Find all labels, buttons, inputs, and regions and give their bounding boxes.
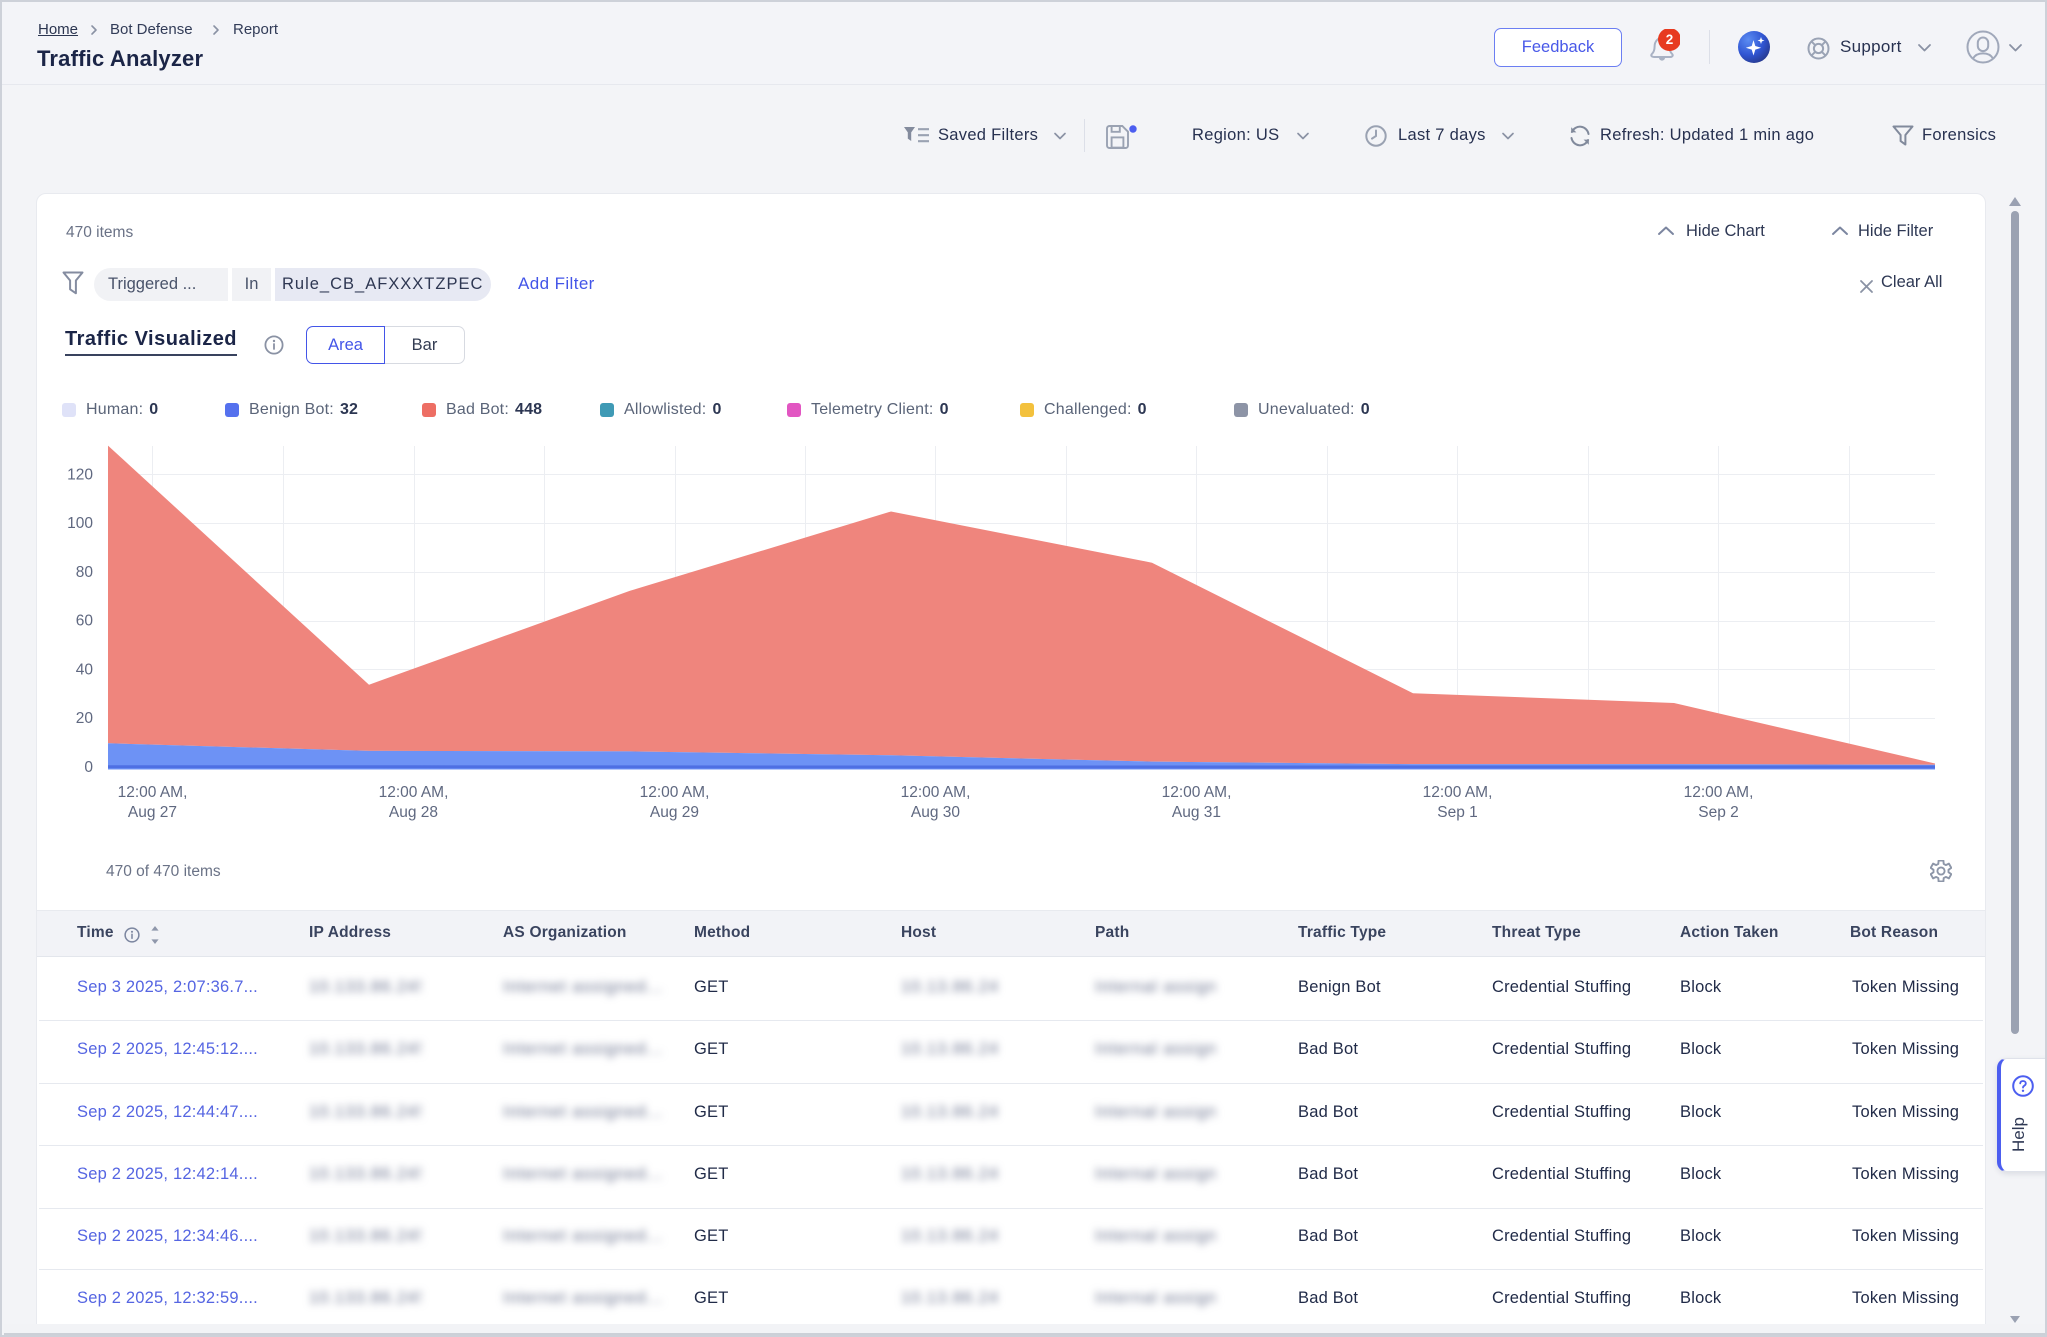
svg-text:12:00 AM,: 12:00 AM, <box>118 784 188 801</box>
svg-text:120: 120 <box>67 466 93 483</box>
svg-text:12:00 AM,: 12:00 AM, <box>901 784 971 801</box>
svg-text:12:00 AM,: 12:00 AM, <box>1423 784 1493 801</box>
svg-text:0: 0 <box>84 759 93 776</box>
svg-text:Sep 2: Sep 2 <box>1698 804 1739 821</box>
svg-text:Sep 1: Sep 1 <box>1437 804 1478 821</box>
svg-text:2: 2 <box>1666 32 1674 47</box>
svg-text:12:00 AM,: 12:00 AM, <box>1684 784 1754 801</box>
svg-text:60: 60 <box>76 613 94 630</box>
svg-text:40: 40 <box>76 662 94 679</box>
svg-text:12:00 AM,: 12:00 AM, <box>640 784 710 801</box>
svg-text:Aug 27: Aug 27 <box>128 804 177 821</box>
svg-text:Aug 29: Aug 29 <box>650 804 699 821</box>
svg-text:Aug 28: Aug 28 <box>389 804 438 821</box>
svg-text:100: 100 <box>67 515 93 532</box>
svg-text:Aug 30: Aug 30 <box>911 804 961 821</box>
svg-text:12:00 AM,: 12:00 AM, <box>1162 784 1232 801</box>
svg-text:80: 80 <box>76 564 94 581</box>
svg-text:Aug 31: Aug 31 <box>1172 804 1221 821</box>
svg-text:20: 20 <box>76 710 94 727</box>
svg-text:12:00 AM,: 12:00 AM, <box>379 784 449 801</box>
